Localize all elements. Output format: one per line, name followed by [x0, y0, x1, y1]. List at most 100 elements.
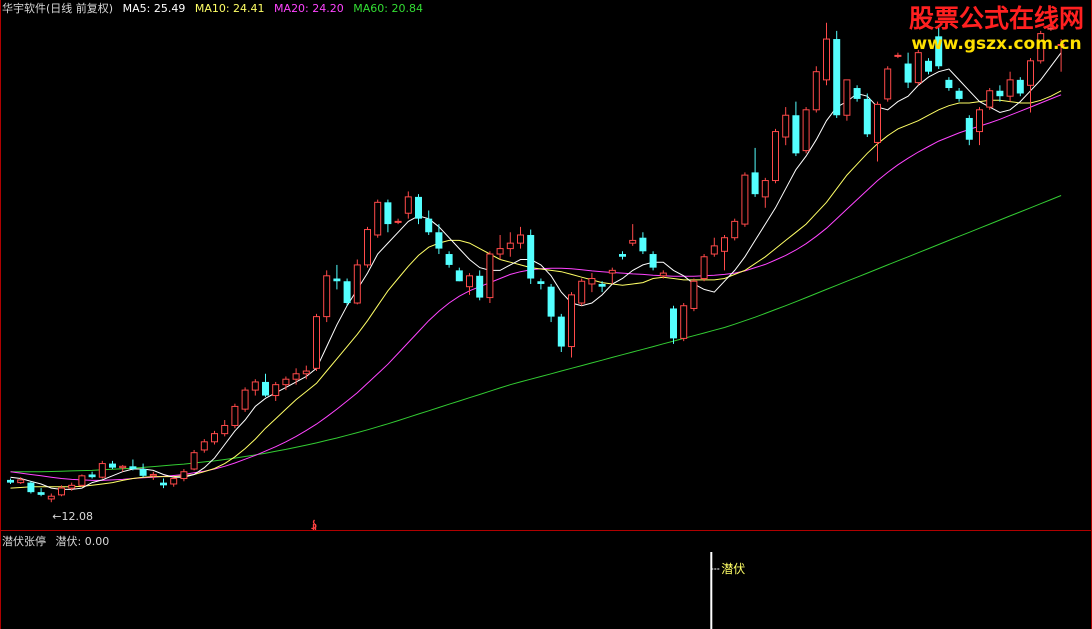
candle-body[interactable] — [160, 482, 167, 486]
candle-body[interactable] — [629, 239, 637, 244]
candle-body[interactable] — [976, 109, 983, 133]
candle-body[interactable] — [894, 54, 902, 57]
candle-body[interactable] — [965, 117, 973, 140]
candle-body[interactable] — [792, 115, 800, 154]
candle-body[interactable] — [568, 294, 575, 348]
candle-body[interactable] — [670, 308, 677, 339]
candle-body[interactable] — [741, 174, 749, 225]
candle-body[interactable] — [863, 98, 871, 135]
candle-body[interactable] — [466, 275, 473, 288]
candle-body[interactable] — [231, 405, 239, 426]
candle-body[interactable] — [486, 253, 494, 299]
candle-body[interactable] — [537, 281, 545, 284]
candle-body[interactable] — [170, 478, 178, 485]
candle-body[interactable] — [98, 463, 106, 478]
candle-body[interactable] — [527, 234, 535, 279]
candle-body[interactable] — [853, 88, 861, 99]
candle-body[interactable] — [262, 381, 269, 396]
candle-body[interactable] — [996, 90, 1004, 97]
candle-body[interactable] — [557, 316, 565, 347]
candle-body[interactable] — [659, 272, 667, 277]
candle-body[interactable] — [17, 479, 25, 484]
candle-body[interactable] — [1016, 79, 1024, 94]
candle-body[interactable] — [119, 465, 127, 469]
candle-body[interactable] — [772, 131, 779, 182]
candle-body[interactable] — [47, 495, 55, 500]
candle-body[interactable] — [833, 39, 841, 116]
candle-body[interactable] — [455, 270, 463, 282]
candle-body[interactable] — [517, 234, 524, 244]
candle-body[interactable] — [302, 370, 310, 375]
candle-body[interactable] — [884, 68, 892, 100]
candle-body[interactable] — [680, 305, 688, 339]
candle-body[interactable] — [874, 103, 881, 143]
candle-body[interactable] — [139, 469, 147, 476]
candle-body[interactable] — [445, 254, 453, 265]
candle-body[interactable] — [313, 316, 320, 369]
candle-body[interactable] — [986, 90, 994, 108]
candle-body[interactable] — [812, 71, 820, 111]
candle-body[interactable] — [843, 79, 851, 116]
candle-body[interactable] — [292, 373, 300, 380]
candle-body[interactable] — [731, 220, 739, 239]
candle-body[interactable] — [78, 475, 86, 486]
candle-body[interactable] — [425, 218, 433, 233]
candle-body[interactable] — [180, 471, 188, 480]
candle-body[interactable] — [200, 441, 208, 451]
candle-body[interactable] — [710, 245, 718, 255]
candle-body[interactable] — [88, 474, 96, 478]
candle-body[interactable] — [68, 484, 76, 489]
candle-body[interactable] — [690, 280, 698, 309]
candle-body[interactable] — [802, 109, 810, 152]
candle-body[interactable] — [925, 60, 932, 72]
candle-body[interactable] — [608, 269, 616, 274]
candle-body[interactable] — [904, 63, 912, 83]
candle-body[interactable] — [639, 237, 647, 252]
candle-body[interactable] — [221, 424, 229, 435]
candle-body[interactable] — [333, 278, 341, 282]
candle-body[interactable] — [1006, 79, 1014, 97]
candle-body[interactable] — [823, 38, 830, 81]
candle-body[interactable] — [945, 79, 953, 89]
candle-body[interactable] — [476, 275, 484, 298]
candle-body[interactable] — [649, 254, 657, 268]
candle-body[interactable] — [241, 389, 249, 410]
candle-body[interactable] — [364, 229, 371, 266]
candle-body[interactable] — [404, 196, 412, 214]
candle-body[interactable] — [914, 52, 922, 84]
candle-body[interactable] — [761, 180, 769, 198]
candle-body[interactable] — [619, 254, 626, 257]
candle-body[interactable] — [353, 264, 361, 304]
candle-body[interactable] — [598, 283, 606, 287]
candle-body[interactable] — [547, 286, 555, 317]
candlestick-chart[interactable]: ←12.08 潜伏 — [0, 0, 1092, 629]
candle-body[interactable] — [190, 452, 198, 470]
candle-body[interactable] — [782, 114, 790, 138]
candle-body[interactable] — [27, 482, 35, 493]
candle-body[interactable] — [1027, 60, 1034, 86]
candle-body[interactable] — [374, 201, 382, 236]
candle-body[interactable] — [211, 433, 218, 443]
candle-body[interactable] — [323, 275, 331, 318]
candle-body[interactable] — [109, 463, 116, 468]
candle-body[interactable] — [435, 232, 443, 249]
candle-body[interactable] — [384, 202, 392, 225]
candle-body[interactable] — [58, 487, 65, 496]
candle-body[interactable] — [496, 248, 504, 255]
candle-body[interactable] — [955, 90, 963, 99]
candle-body[interactable] — [588, 278, 596, 285]
candle-body[interactable] — [751, 172, 759, 195]
candle-body[interactable] — [272, 384, 280, 397]
candle-body[interactable] — [282, 378, 290, 386]
candle-body[interactable] — [506, 242, 514, 250]
candle-body[interactable] — [37, 492, 45, 495]
candle-body[interactable] — [149, 473, 157, 477]
candle-body[interactable] — [415, 196, 422, 219]
candle-body[interactable] — [129, 466, 137, 470]
candle-body[interactable] — [578, 280, 586, 304]
candle-body[interactable] — [251, 381, 259, 391]
candle-body[interactable] — [721, 237, 728, 252]
candle-body[interactable] — [700, 256, 708, 280]
candle-body[interactable] — [343, 281, 351, 304]
candle-body[interactable] — [7, 479, 14, 483]
